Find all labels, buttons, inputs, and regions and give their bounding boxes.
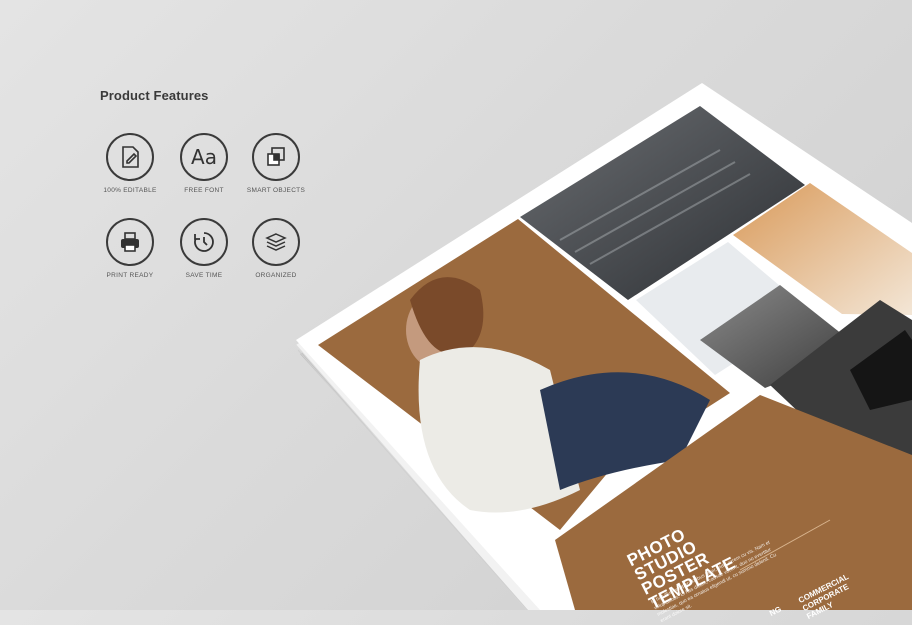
poster-mockup	[0, 0, 912, 610]
poster-stack-illustration	[295, 83, 912, 610]
